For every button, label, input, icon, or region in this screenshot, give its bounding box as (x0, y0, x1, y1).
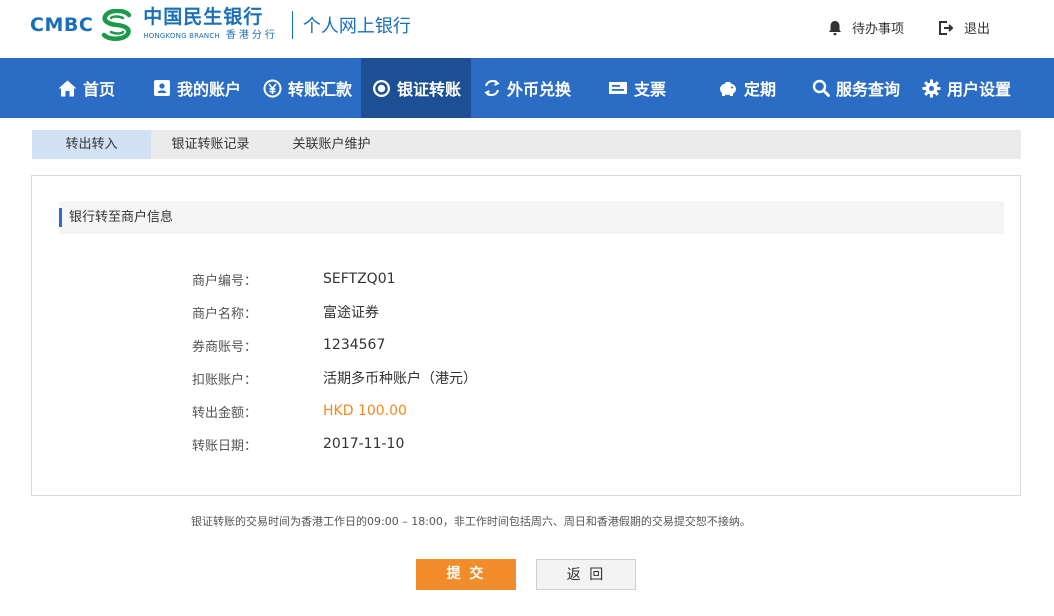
nav-label: 用户设置 (947, 80, 1012, 99)
nav-item-cheque[interactable]: 支票 (608, 58, 666, 118)
field-transfer-amount: 转出金额： HKD 100.00 (192, 401, 407, 421)
logo-text: CMBC (30, 13, 94, 36)
nav-label: 支票 (634, 80, 667, 99)
main-nav: 首页 我的账户 转账汇款 银证转账 外币兑换 支票 定期 服务查询 用户设置 (0, 58, 1054, 118)
trading-hours-notice: 银证转账的交易时间为香港工作日的09:00 – 18:00，非工作时间包括周六、… (191, 515, 751, 528)
field-value: 富途证券 (323, 305, 379, 321)
top-header: CMBC 中国民生银行 HONGKONG BRANCH 香港分行 个人网上银行 … (0, 0, 1054, 58)
transfer-amount-value: HKD 100.00 (323, 403, 407, 419)
cheque-icon (609, 82, 627, 94)
logout-label: 退出 (963, 22, 990, 37)
cmbc-logo-mark-icon (102, 8, 132, 41)
header-actions: 待办事项 退出 (828, 18, 990, 37)
logout-link[interactable]: 退出 (938, 18, 990, 37)
piggy-bank-icon (720, 81, 736, 96)
nav-label: 银证转账 (397, 80, 462, 99)
field-broker-account: 券商账号： 1234567 (192, 335, 385, 355)
field-value: SEFTZQ01 (323, 271, 396, 287)
nav-label: 转账汇款 (288, 80, 353, 99)
nav-label: 服务查询 (836, 80, 901, 99)
field-label: 转出金额： (192, 405, 258, 421)
nav-item-home[interactable]: 首页 (58, 58, 115, 118)
target-circle-icon (373, 79, 390, 97)
branch-name-cn: 香港分行 (225, 30, 278, 41)
field-value: 1234567 (323, 337, 386, 353)
yen-circle-icon (263, 79, 282, 97)
branch-name-en: HONGKONG BRANCH (143, 31, 220, 40)
nav-item-service-query[interactable]: 服务查询 (812, 58, 900, 118)
nav-label: 定期 (744, 80, 777, 99)
logout-icon (938, 20, 954, 35)
tab-transfer-records[interactable]: 银证转账记录 (151, 130, 270, 159)
section-marker (59, 208, 62, 227)
field-label: 扣账账户： (192, 372, 258, 388)
nav-label: 外币兑换 (507, 80, 572, 99)
field-label: 转账日期： (192, 438, 258, 454)
pending-items-label: 待办事项 (851, 22, 904, 37)
nav-item-user-settings[interactable]: 用户设置 (922, 58, 1011, 118)
nav-item-transfer[interactable]: 转账汇款 (263, 58, 352, 118)
field-merchant-name: 商户名称： 富途证券 (192, 302, 379, 322)
field-debit-account: 扣账账户： 活期多币种账户（港元） (192, 368, 477, 388)
search-icon (812, 79, 830, 97)
home-icon (58, 80, 77, 96)
tab-linked-accounts[interactable]: 关联账户维护 (279, 130, 384, 159)
field-value: 活期多币种账户（港元） (323, 371, 477, 387)
logo-divider (291, 10, 293, 39)
sub-tabs: 转出转入 银证转账记录 关联账户维护 (32, 130, 1021, 159)
account-book-icon (154, 80, 170, 96)
field-label: 商户名称： (192, 306, 258, 322)
gear-icon (922, 79, 941, 97)
field-transfer-date: 转账日期： 2017-11-10 (192, 434, 404, 454)
pending-items-link[interactable]: 待办事项 (828, 18, 904, 37)
bank-name-cn: 中国民生银行 (143, 6, 264, 28)
bell-icon (828, 20, 841, 35)
nav-item-fx-exchange[interactable]: 外币兑换 (483, 58, 571, 118)
tab-transfer-in-out[interactable]: 转出转入 (32, 130, 151, 159)
section-header: 银行转至商户信息 (59, 201, 1004, 234)
nav-label: 我的账户 (177, 80, 242, 99)
field-label: 券商账号： (192, 339, 258, 355)
field-label: 商户编号： (192, 273, 258, 289)
back-button[interactable]: 返 回 (536, 559, 636, 590)
exchange-cycle-icon (484, 79, 500, 97)
nav-label: 首页 (83, 80, 116, 99)
nav-item-bank-securities[interactable]: 银证转账 (361, 58, 471, 118)
bank-logo[interactable]: CMBC 中国民生银行 HONGKONG BRANCH 香港分行 个人网上银行 (30, 8, 411, 41)
field-merchant-id: 商户编号： SEFTZQ01 (192, 269, 396, 289)
submit-button[interactable]: 提 交 (416, 559, 516, 590)
site-subtitle: 个人网上银行 (302, 15, 411, 37)
nav-item-my-accounts[interactable]: 我的账户 (153, 58, 241, 118)
transfer-info-panel: 银行转至商户信息 商户编号： SEFTZQ01 商户名称： 富途证券 券商账号：… (31, 175, 1021, 496)
field-value: 2017-11-10 (323, 436, 405, 452)
nav-item-time-deposit[interactable]: 定期 (718, 58, 776, 118)
section-title: 银行转至商户信息 (69, 210, 174, 225)
